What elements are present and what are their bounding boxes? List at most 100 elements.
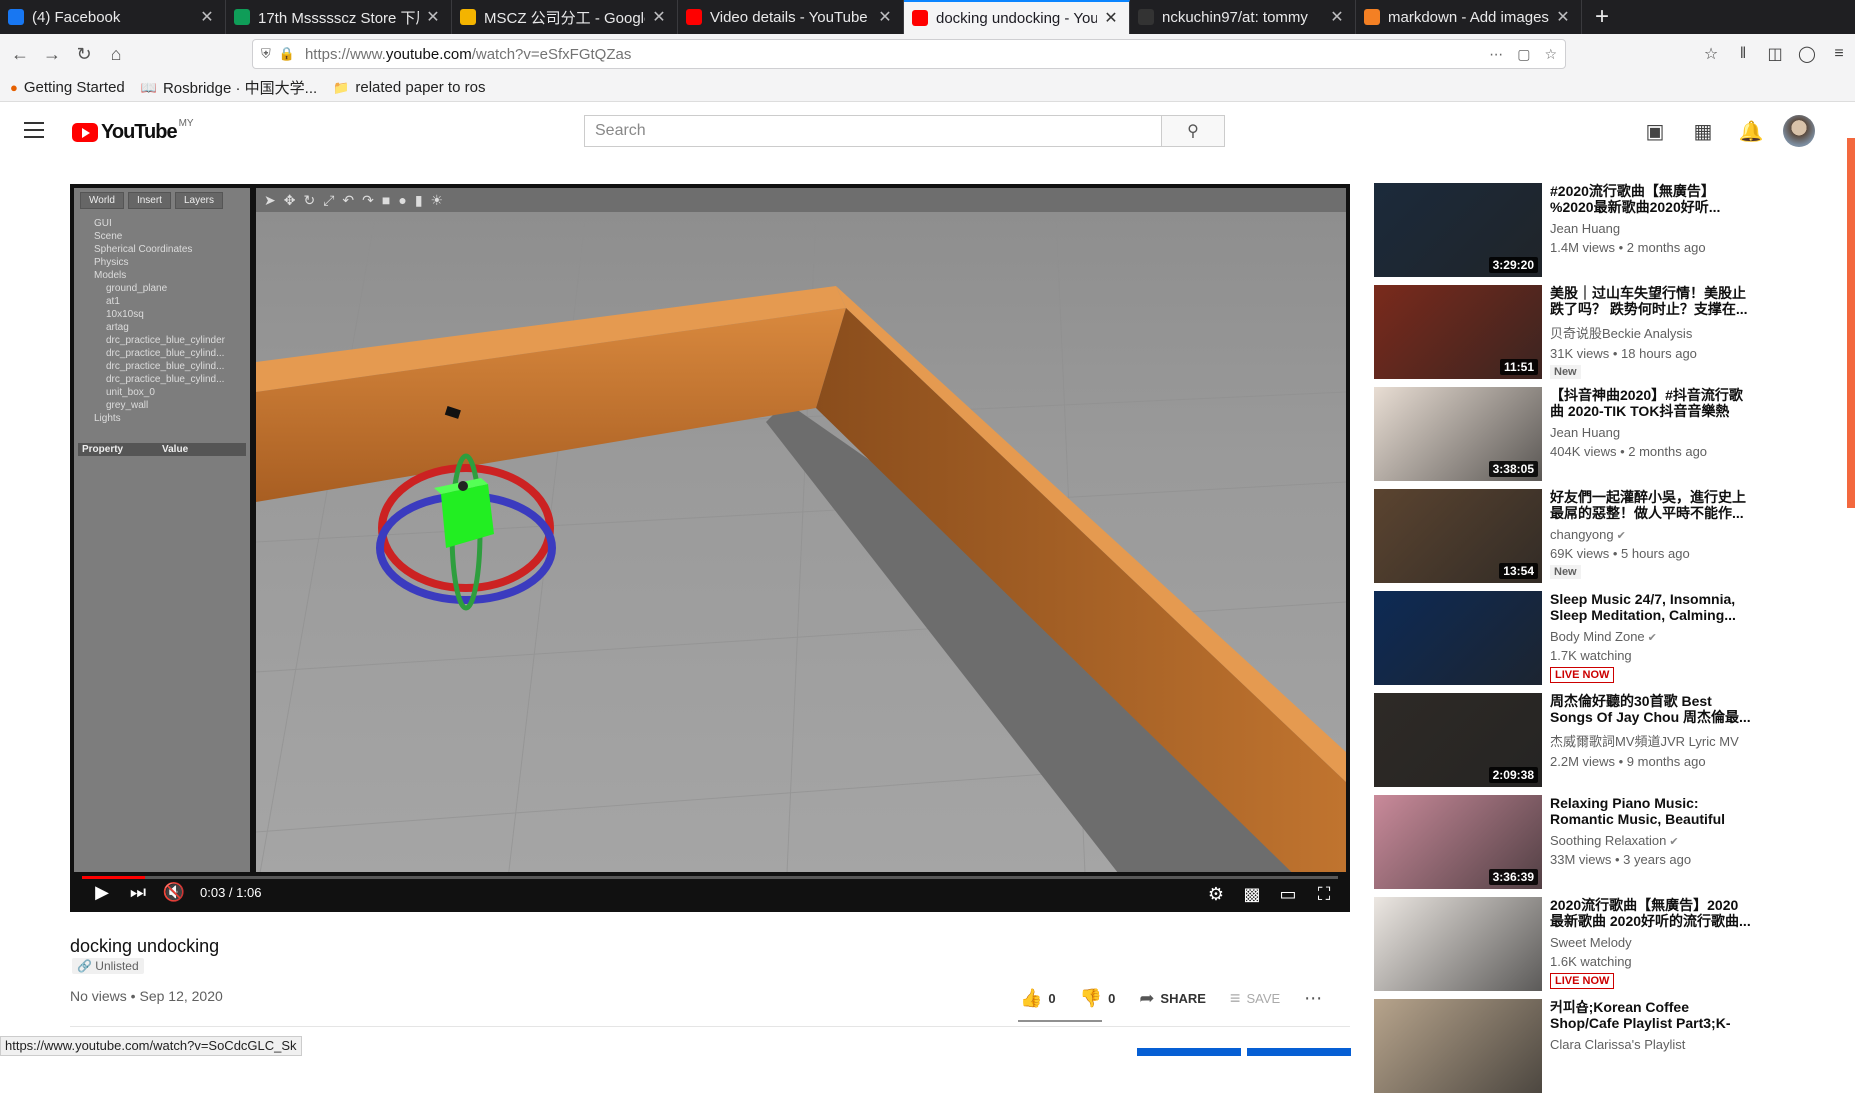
channel-name[interactable]: Soothing Relaxation ✔ xyxy=(1550,833,1752,848)
recommendation-item[interactable]: 커피숍;Korean Coffee Shop/Cafe Playlist Par… xyxy=(1374,999,1754,1101)
dislike-button[interactable]: 👎 0 xyxy=(1080,988,1116,1009)
scrollbar[interactable] xyxy=(1847,138,1855,508)
new-tab-button[interactable]: + xyxy=(1582,0,1622,34)
tree-item: GUI xyxy=(94,218,112,229)
guide-menu-icon[interactable] xyxy=(24,122,44,138)
page-actions-icon[interactable]: ⋯ xyxy=(1489,46,1503,63)
more-actions-icon[interactable]: ⋯ xyxy=(1304,988,1328,1009)
miniplayer-icon[interactable]: ▩ xyxy=(1234,876,1270,912)
tab-title: docking undocking - You xyxy=(936,9,1097,27)
search-input[interactable] xyxy=(584,115,1161,147)
sidebar-icon[interactable]: ◫ xyxy=(1759,38,1791,70)
mute-icon[interactable]: 🔇 xyxy=(156,874,192,910)
recommendation-title[interactable]: Sleep Music 24/7, Insomnia, Sleep Medita… xyxy=(1550,591,1752,623)
recommendation-title[interactable]: 【抖音神曲2020】#抖音流行歌曲 2020-TIK TOK抖音音樂熱門... xyxy=(1550,387,1752,419)
close-tab-icon[interactable]: ✕ xyxy=(199,7,215,27)
close-tab-icon[interactable]: ✕ xyxy=(651,7,667,27)
channel-name[interactable]: 杰威爾歌詞MV頻道JVR Lyric MV xyxy=(1550,731,1752,750)
close-tab-icon[interactable]: ✕ xyxy=(877,7,893,27)
browser-tab[interactable]: nckuchin97/at: tommy ✕ xyxy=(1130,0,1356,34)
channel-name[interactable]: changyong ✔ xyxy=(1550,527,1752,542)
video-thumbnail[interactable]: 3:38:05 xyxy=(1374,387,1542,481)
video-player[interactable]: World Insert Layers GUI Scene Spherical Coor… xyxy=(70,184,1350,912)
like-button[interactable]: 👍 0 xyxy=(1020,988,1056,1009)
bookmark-star-icon[interactable]: ☆ xyxy=(1544,46,1557,63)
account-icon[interactable]: ◯ xyxy=(1791,38,1823,70)
save-button[interactable]: ≡ SAVE xyxy=(1230,988,1280,1009)
reload-icon[interactable]: ↻ xyxy=(68,38,100,70)
video-thumbnail[interactable]: 13:54 xyxy=(1374,489,1542,583)
recommendation-item[interactable]: 3:38:05 【抖音神曲2020】#抖音流行歌曲 2020-TIK TOK抖音音… xyxy=(1374,387,1754,489)
close-tab-icon[interactable]: ✕ xyxy=(1555,7,1571,27)
recommendation-item[interactable]: Sleep Music 24/7, Insomnia, Sleep Medita… xyxy=(1374,591,1754,693)
browser-tab[interactable]: MSCZ 公司分工 - Google ✕ xyxy=(452,0,678,34)
rotate-tool-icon: ↻ xyxy=(303,191,316,208)
video-thumbnail[interactable]: 2:09:38 xyxy=(1374,693,1542,787)
library-icon[interactable]: ‖ xyxy=(1727,38,1759,70)
channel-name[interactable]: Clara Clarissa's Playlist xyxy=(1550,1037,1752,1052)
next-icon[interactable]: ⏭ xyxy=(120,874,156,910)
edit-video-button[interactable] xyxy=(1247,1048,1351,1056)
video-thumbnail[interactable]: 3:36:39 xyxy=(1374,795,1542,889)
avatar[interactable] xyxy=(1783,115,1815,147)
browser-tab[interactable]: Video details - YouTube ✕ xyxy=(678,0,904,34)
close-tab-icon[interactable]: ✕ xyxy=(1329,7,1345,27)
url-bar[interactable]: ⛨ 🔒 https://www.youtube.com/watch?v=eSfx… xyxy=(252,39,1566,69)
channel-name[interactable]: Jean Huang xyxy=(1550,221,1752,236)
recommendation-title[interactable]: 周杰倫好聽的30首歌 Best Songs Of Jay Chou 周杰倫最..… xyxy=(1550,693,1752,725)
fullscreen-icon[interactable]: ⛶ xyxy=(1306,876,1342,912)
video-thumbnail[interactable]: 11:51 xyxy=(1374,285,1542,379)
recommendation-item[interactable]: 3:36:39 Relaxing Piano Music: Romantic Mu… xyxy=(1374,795,1754,897)
search-button[interactable]: ⚲ xyxy=(1161,115,1225,147)
notifications-bell-icon[interactable]: 🔔 xyxy=(1727,114,1775,148)
recommendation-item[interactable]: 3:29:20 #2020流行歌曲【無廣告】%2020最新歌曲2020好听... J… xyxy=(1374,183,1754,285)
close-tab-icon[interactable]: ✕ xyxy=(1103,8,1119,28)
recommendation-title[interactable]: Relaxing Piano Music: Romantic Music, Be… xyxy=(1550,795,1752,827)
apps-grid-icon[interactable]: ▦ xyxy=(1679,114,1727,148)
channel-name[interactable]: Sweet Melody xyxy=(1550,935,1752,950)
channel-name[interactable]: Jean Huang xyxy=(1550,425,1752,440)
video-thumbnail[interactable] xyxy=(1374,897,1542,991)
recommendation-item[interactable]: 11:51 美股｜过山车失望行情！美股止跌了吗？ 跌势何时止？支撑在... 贝奇说股… xyxy=(1374,285,1754,387)
recommendation-title[interactable]: 2020流行歌曲【無廣告】2020最新歌曲 2020好听的流行歌曲... xyxy=(1550,897,1752,929)
browser-tab[interactable]: (4) Facebook ✕ xyxy=(0,0,226,34)
recommendation-title[interactable]: #2020流行歌曲【無廣告】%2020最新歌曲2020好听... xyxy=(1550,183,1752,215)
cylinder-shape-icon: ▮ xyxy=(414,191,423,208)
back-icon[interactable]: ← xyxy=(4,38,36,70)
channel-name[interactable]: Body Mind Zone ✔ xyxy=(1550,629,1752,644)
recommendation-item[interactable]: 13:54 好友們一起灌醉小吳，進行史上最屌的惡整！做人平時不能作... chang… xyxy=(1374,489,1754,591)
share-button[interactable]: ➦ SHARE xyxy=(1139,988,1206,1009)
home-icon[interactable]: ⌂ xyxy=(100,38,132,70)
shield-icon[interactable]: ⛨ xyxy=(261,46,271,62)
close-tab-icon[interactable]: ✕ xyxy=(425,7,441,27)
recommendation-title[interactable]: 커피숍;Korean Coffee Shop/Cafe Playlist Par… xyxy=(1550,999,1752,1031)
recommendation-item[interactable]: 2:09:38 周杰倫好聽的30首歌 Best Songs Of Jay Chou… xyxy=(1374,693,1754,795)
create-video-icon[interactable]: ▣ xyxy=(1631,114,1679,148)
downloads-icon[interactable]: ☆ xyxy=(1695,38,1727,70)
progress-bar[interactable] xyxy=(82,876,1338,879)
recommendation-title[interactable]: 美股｜过山车失望行情！美股止跌了吗？ 跌势何时止？支撑在... xyxy=(1550,285,1752,317)
browser-tab[interactable]: 17th Msssssсz Store 下周 ✕ xyxy=(226,0,452,34)
live-badge: LIVE NOW xyxy=(1550,973,1615,989)
theater-mode-icon[interactable]: ▭ xyxy=(1270,876,1306,912)
scale-tool-icon: ⤢ xyxy=(323,191,335,208)
menu-icon[interactable]: ≡ xyxy=(1823,38,1855,70)
url-text[interactable]: https://www.youtube.com/watch?v=eSfxFGtQ… xyxy=(305,46,1475,63)
bookmark-rosbridge[interactable]: 📖 Rosbridge · 中国大学... xyxy=(141,77,317,98)
recommendation-title[interactable]: 好友們一起灌醉小吳，進行史上最屌的惡整！做人平時不能作... xyxy=(1550,489,1752,521)
video-thumbnail[interactable] xyxy=(1374,999,1542,1093)
bookmark-getting-started[interactable]: ● Getting Started xyxy=(10,79,125,96)
pocket-icon[interactable]: ▢ xyxy=(1517,46,1530,63)
settings-gear-icon[interactable]: ⚙ xyxy=(1198,876,1234,912)
youtube-logo[interactable]: YouTube MY xyxy=(72,118,194,144)
browser-tab[interactable]: docking undocking - You ✕ xyxy=(904,0,1130,34)
bookmark-folder-ros[interactable]: 📁 related paper to ros xyxy=(333,79,485,96)
video-thumbnail[interactable]: 3:29:20 xyxy=(1374,183,1542,277)
subscribe-button[interactable] xyxy=(1137,1048,1241,1056)
play-icon[interactable]: ▶ xyxy=(84,874,120,910)
forward-icon[interactable]: → xyxy=(36,38,68,70)
recommendation-item[interactable]: 2020流行歌曲【無廣告】2020最新歌曲 2020好听的流行歌曲... Swee… xyxy=(1374,897,1754,999)
channel-name[interactable]: 贝奇说股Beckie Analysis xyxy=(1550,323,1752,342)
browser-tab[interactable]: markdown - Add images ✕ xyxy=(1356,0,1582,34)
video-thumbnail[interactable] xyxy=(1374,591,1542,685)
